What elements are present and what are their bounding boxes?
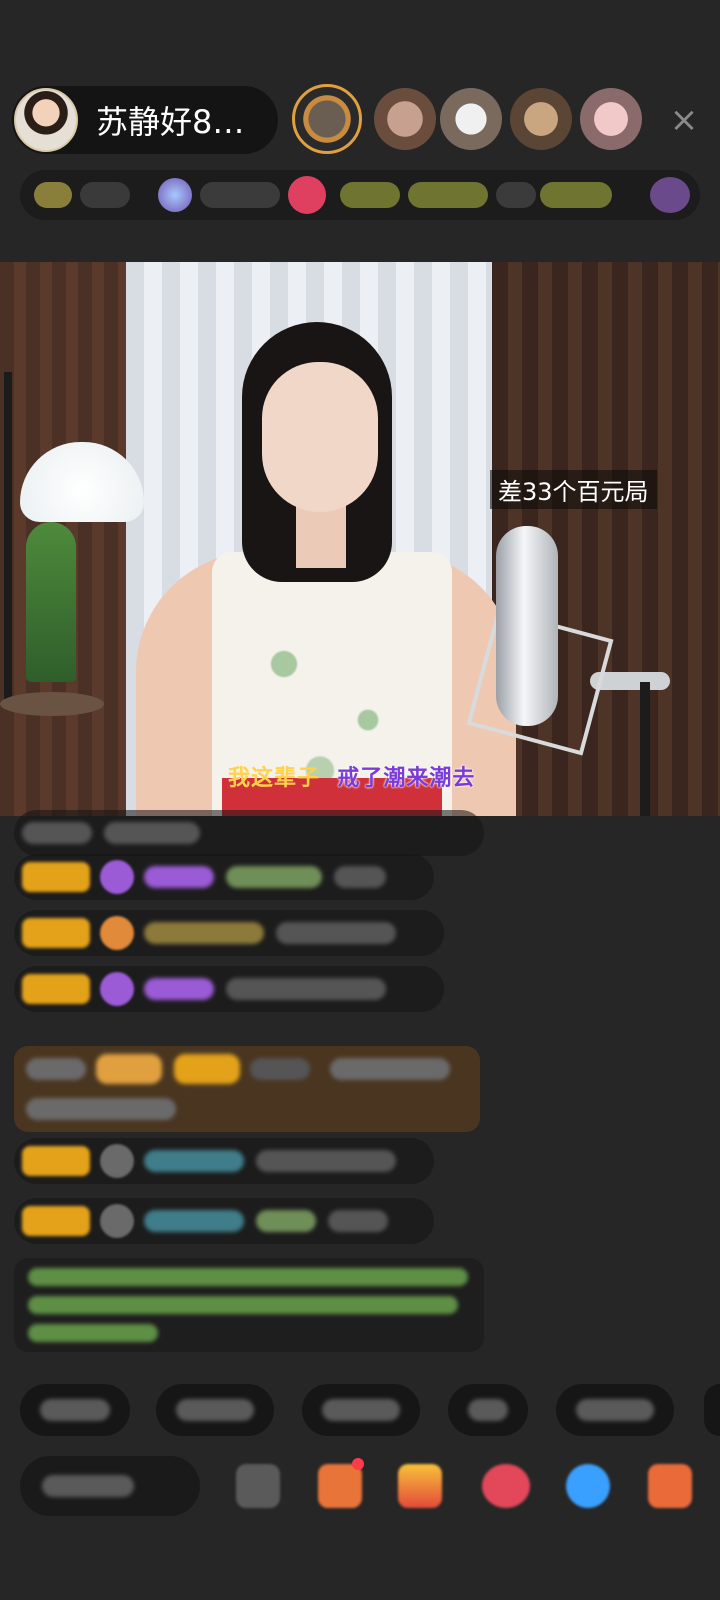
ticker-item: [340, 182, 400, 208]
live-video-stream[interactable]: 差33个百元局 我这辈子 戒了潮来潮去: [0, 262, 720, 816]
diamond-icon: [100, 860, 134, 894]
bottom-action-bar[interactable]: [0, 1454, 720, 1520]
lyric-upcoming: 戒了潮来潮去: [320, 766, 476, 791]
quick-reply-row[interactable]: [0, 1384, 720, 1438]
ticker-gift-icon: [158, 178, 192, 212]
quick-reply-chip[interactable]: [302, 1384, 420, 1436]
host-avatar[interactable]: [14, 88, 78, 152]
top-viewer-avatar-4[interactable]: [510, 88, 572, 150]
chat-text-blurred: [26, 1098, 176, 1120]
top-viewer-avatar-2[interactable]: [374, 88, 436, 150]
chat-username-blurred[interactable]: [144, 1210, 244, 1232]
ticker-item: [200, 182, 280, 208]
chat-text-blurred: [334, 866, 386, 888]
fan-badge-icon: [100, 916, 134, 950]
notice-text-blurred: [28, 1324, 158, 1342]
chat-username-blurred[interactable]: [144, 922, 264, 944]
share-icon[interactable]: [566, 1464, 610, 1508]
lyric-line: 我这辈子 戒了潮来潮去: [228, 760, 475, 792]
chat-text-blurred: [226, 978, 386, 1000]
quick-reply-chip[interactable]: [556, 1384, 674, 1436]
chip-text-blurred: [322, 1399, 400, 1421]
diamond-icon: [100, 972, 134, 1006]
chat-message[interactable]: [14, 1198, 434, 1244]
ticker-heart-icon[interactable]: [288, 176, 326, 214]
top-viewer-avatar-1[interactable]: [292, 84, 362, 154]
vip-badge: [96, 1054, 162, 1084]
system-notice: [14, 1258, 484, 1352]
ticker-item: [408, 182, 488, 208]
pk-status-badge[interactable]: 差33个百元局: [490, 470, 657, 509]
user-level-badge: [22, 1146, 90, 1176]
close-icon[interactable]: ×: [664, 100, 704, 140]
chat-text-blurred: [22, 822, 92, 844]
chat-message[interactable]: [14, 910, 444, 956]
notification-dot: [352, 1458, 364, 1470]
user-level-badge: [22, 862, 90, 892]
notice-text-blurred: [28, 1296, 458, 1314]
chat-username-blurred[interactable]: [250, 1058, 310, 1080]
fan-badge-icon: [100, 1144, 134, 1178]
chat-text-blurred: [256, 1210, 316, 1232]
host-info-pill[interactable]: 苏静好8…: [12, 86, 278, 154]
comment-input[interactable]: [20, 1456, 200, 1516]
chat-message[interactable]: [14, 854, 434, 900]
chat-text-blurred: [330, 1058, 450, 1080]
ticker-more-icon[interactable]: [650, 177, 690, 213]
chat-text-blurred: [276, 922, 396, 944]
activity-ticker-bar[interactable]: [20, 170, 700, 220]
chat-username-blurred[interactable]: [144, 866, 214, 888]
user-level-badge: [22, 1206, 90, 1236]
singer-face: [262, 362, 378, 512]
ticker-item: [540, 182, 612, 208]
chat-message[interactable]: [14, 1138, 434, 1184]
quick-reply-chip-partial[interactable]: [704, 1384, 720, 1436]
chip-text-blurred: [468, 1399, 508, 1421]
notice-text-blurred: [28, 1268, 468, 1286]
quick-reply-chip[interactable]: [448, 1384, 528, 1436]
chip-text-blurred: [576, 1399, 654, 1421]
host-name[interactable]: 苏静好8…: [96, 97, 244, 143]
ticker-item: [496, 182, 536, 208]
chip-text-blurred: [40, 1399, 110, 1421]
user-level-badge: [22, 918, 90, 948]
chat-message[interactable]: [14, 966, 444, 1012]
top-viewer-avatar-5[interactable]: [580, 88, 642, 150]
chat-message-highlighted[interactable]: [14, 1046, 480, 1132]
chat-text-blurred: [256, 1150, 396, 1172]
quick-reply-chip[interactable]: [156, 1384, 274, 1436]
chip-text-blurred: [176, 1399, 254, 1421]
fan-badge-icon: [100, 1204, 134, 1238]
user-level-badge: [174, 1054, 240, 1084]
top-viewer-avatar-3[interactable]: [440, 88, 502, 150]
chat-username-blurred[interactable]: [144, 1150, 244, 1172]
side-table: [0, 692, 104, 716]
chat-message[interactable]: [14, 810, 484, 856]
ticker-item: [80, 182, 130, 208]
lyric-sung: 我这辈子: [228, 766, 321, 791]
gift-box-icon[interactable]: [318, 1464, 362, 1508]
ticker-rank-badge: [34, 182, 72, 208]
treasure-icon[interactable]: [398, 1464, 442, 1508]
gift-icon[interactable]: [482, 1464, 530, 1508]
comment-placeholder-blurred: [42, 1475, 134, 1497]
chat-text-blurred: [328, 1210, 388, 1232]
mic-stand: [640, 682, 650, 816]
lamp-stand: [4, 372, 12, 702]
emoji-icon[interactable]: [236, 1464, 280, 1508]
quick-reply-chip[interactable]: [20, 1384, 130, 1436]
chat-text-blurred: [104, 822, 200, 844]
more-icon[interactable]: [648, 1464, 692, 1508]
plant: [26, 522, 76, 682]
chat-text-blurred: [226, 866, 322, 888]
chat-username-blurred[interactable]: [144, 978, 214, 1000]
chat-text-blurred: [26, 1058, 86, 1080]
microphone: [496, 526, 558, 726]
user-level-badge: [22, 974, 90, 1004]
